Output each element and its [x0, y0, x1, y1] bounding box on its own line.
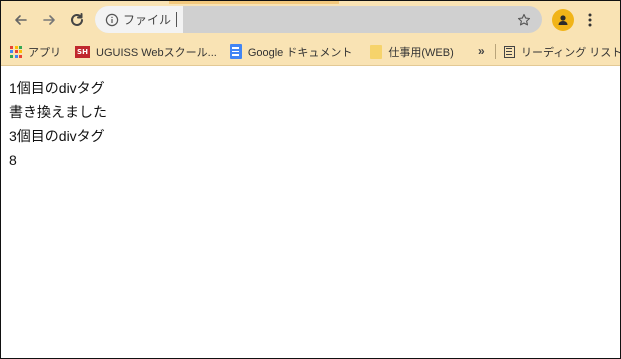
arrow-right-icon[interactable]: [37, 8, 61, 32]
bookmark-folder-work[interactable]: 仕事用(WEB): [370, 44, 454, 60]
folder-icon: [370, 44, 383, 59]
info-icon: [105, 13, 119, 27]
bookmark-google-docs[interactable]: Google ドキュメント: [229, 44, 353, 60]
bookmark-uguiss[interactable]: SH UGUISS Webスクール...: [75, 44, 217, 60]
bookmarks-divider: [495, 44, 496, 59]
div-text-line: 3個目のdivタグ: [9, 128, 105, 144]
site-label: ファイル: [123, 13, 172, 27]
bookmark-label: Google ドキュメント: [247, 46, 353, 59]
div-text-line: 1個目のdivタグ: [9, 80, 105, 96]
apps-grid-icon: [10, 45, 22, 58]
three-dots-vertical-icon[interactable]: [583, 9, 597, 31]
text-cursor: [176, 12, 178, 27]
div-text-line: 書き換えました: [9, 104, 107, 120]
star-icon[interactable]: [514, 10, 534, 30]
uguiss-sh-icon: SH: [75, 45, 90, 58]
arrow-left-icon[interactable]: [9, 8, 33, 32]
browser-window: ファイル アプリ SH UGUISS Webスクール... Google ドキュ…: [0, 0, 621, 359]
bookmark-label: UGUISS Webスクール...: [96, 46, 217, 59]
bookmark-apps[interactable]: アプリ: [10, 44, 61, 60]
double-chevron-right-icon[interactable]: »: [478, 44, 485, 58]
page-content: 1個目のdivタグ 書き換えました 3個目のdivタグ 8: [1, 66, 620, 172]
google-docs-icon: [229, 44, 242, 59]
bookmark-label: アプリ: [28, 46, 61, 59]
active-tab-edge: [169, 1, 339, 4]
reading-list-icon: [504, 45, 515, 58]
browser-toolbar: ファイル: [1, 1, 620, 38]
address-bar[interactable]: ファイル: [95, 6, 542, 33]
reload-icon[interactable]: [65, 8, 89, 32]
bookmarks-bar: アプリ SH UGUISS Webスクール... Google ドキュメント 仕…: [1, 38, 620, 66]
site-info-chip[interactable]: ファイル: [95, 6, 184, 33]
profile-avatar-icon[interactable]: [552, 8, 574, 31]
reading-list-button[interactable]: リーディング リスト: [504, 38, 621, 65]
div-count-line: 8: [9, 152, 17, 168]
bookmark-label: 仕事用(WEB): [388, 46, 454, 59]
reading-list-label: リーディング リスト: [521, 46, 621, 59]
